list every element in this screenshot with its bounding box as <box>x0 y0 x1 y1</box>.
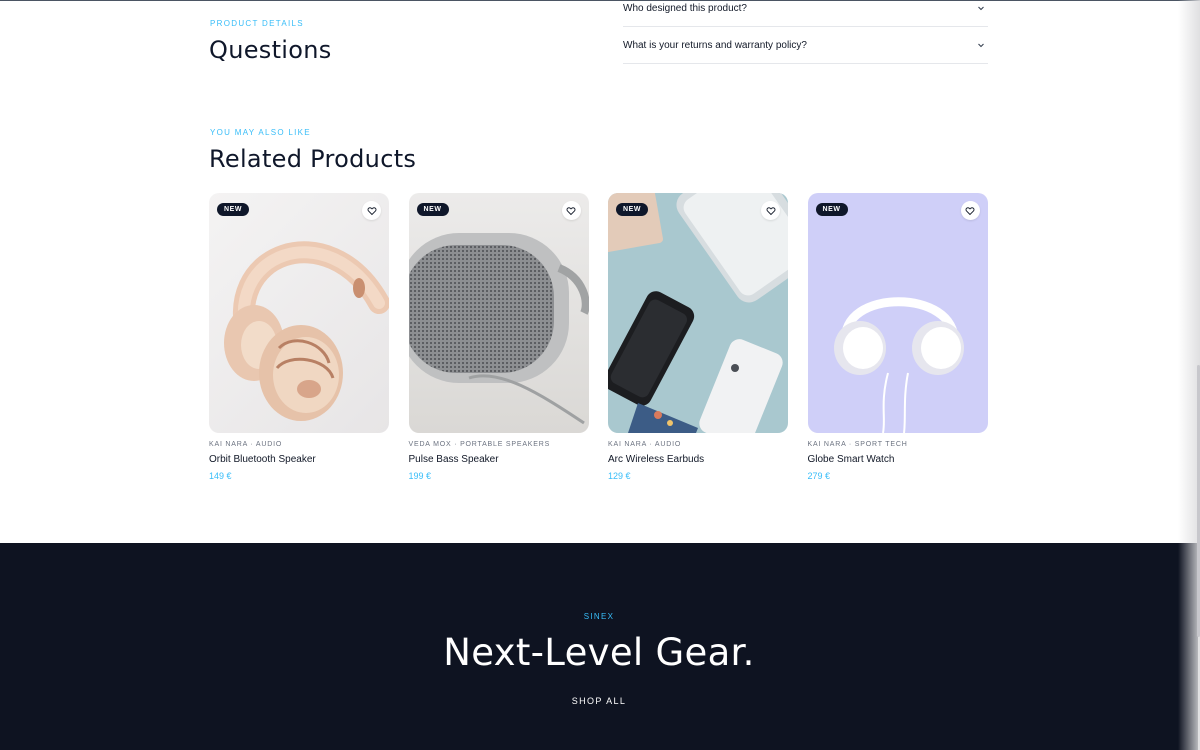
questions-title: Questions <box>209 36 332 64</box>
product-meta: KAI NARA · AUDIO <box>608 441 682 448</box>
cta-title: Next-Level Gear. <box>443 631 755 674</box>
heart-icon <box>766 206 775 215</box>
new-badge: NEW <box>815 203 848 216</box>
product-price: 129 € <box>608 471 631 481</box>
product-name[interactable]: Arc Wireless Earbuds <box>608 454 788 465</box>
faq-list: Who designed this product? What is your … <box>623 0 988 64</box>
product-name[interactable]: Pulse Bass Speaker <box>409 454 589 465</box>
new-badge: NEW <box>416 203 449 216</box>
product-card[interactable]: NEW KAI NARA · SPORT TECH Globe Smart Wa… <box>807 193 988 481</box>
top-divider <box>0 0 1200 1</box>
product-card[interactable]: NEW KAI NARA · AUDIO Arc Wireless Earbud… <box>608 193 788 481</box>
brand-eyebrow: SINEX <box>583 612 615 621</box>
heart-icon <box>566 206 576 215</box>
heart-icon <box>965 206 975 215</box>
product-card[interactable]: NEW KAI NARA · AUDIO Orbit Bluetooth Spe… <box>209 193 389 481</box>
product-name[interactable]: Globe Smart Watch <box>808 454 988 465</box>
product-image[interactable]: NEW <box>408 193 589 433</box>
related-eyebrow: YOU MAY ALSO LIKE <box>210 128 311 137</box>
faq-item-returns[interactable]: What is your returns and warranty policy… <box>623 27 988 64</box>
product-image[interactable]: NEW <box>209 193 389 433</box>
product-grid: NEW KAI NARA · AUDIO Orbit Bluetooth Spe… <box>209 193 988 481</box>
heart-icon <box>367 206 376 215</box>
questions-eyebrow: PRODUCT DETAILS <box>210 19 304 28</box>
faq-question: What is your returns and warranty policy… <box>623 39 807 51</box>
product-price: 149 € <box>209 471 232 481</box>
faq-item-designer[interactable]: Who designed this product? <box>623 0 988 27</box>
related-title: Related Products <box>209 145 417 173</box>
wishlist-button[interactable] <box>561 201 581 220</box>
wishlist-button[interactable] <box>362 201 381 220</box>
speaker-image <box>408 233 589 425</box>
product-price: 279 € <box>807 471 831 481</box>
shop-all-link[interactable]: SHOP ALL <box>0 696 1198 706</box>
new-badge: NEW <box>217 203 250 216</box>
headphones-image <box>224 241 389 421</box>
footer-cta: SINEX Next-Level Gear. SHOP ALL <box>0 543 1198 750</box>
product-meta: VEDA MOX · PORTABLE SPEAKERS <box>408 441 551 448</box>
wishlist-button[interactable] <box>960 201 980 220</box>
product-image[interactable]: NEW <box>807 193 988 433</box>
white-headphones-image <box>833 297 964 433</box>
new-badge: NEW <box>616 203 649 216</box>
product-price: 199 € <box>408 471 432 481</box>
product-name[interactable]: Orbit Bluetooth Speaker <box>209 454 389 465</box>
product-meta: KAI NARA · SPORT TECH <box>807 441 908 448</box>
faq-question: Who designed this product? <box>623 3 747 14</box>
chevron-down-icon <box>978 43 984 48</box>
product-image[interactable]: NEW <box>608 193 788 433</box>
product-card[interactable]: NEW VEDA MOX · PORTABLE SPEAKERS Pulse B… <box>408 193 589 481</box>
wishlist-button[interactable] <box>761 201 780 220</box>
phones-flatlay-image <box>608 193 788 433</box>
product-meta: KAI NARA · AUDIO <box>209 441 283 448</box>
chevron-down-icon <box>978 6 984 11</box>
